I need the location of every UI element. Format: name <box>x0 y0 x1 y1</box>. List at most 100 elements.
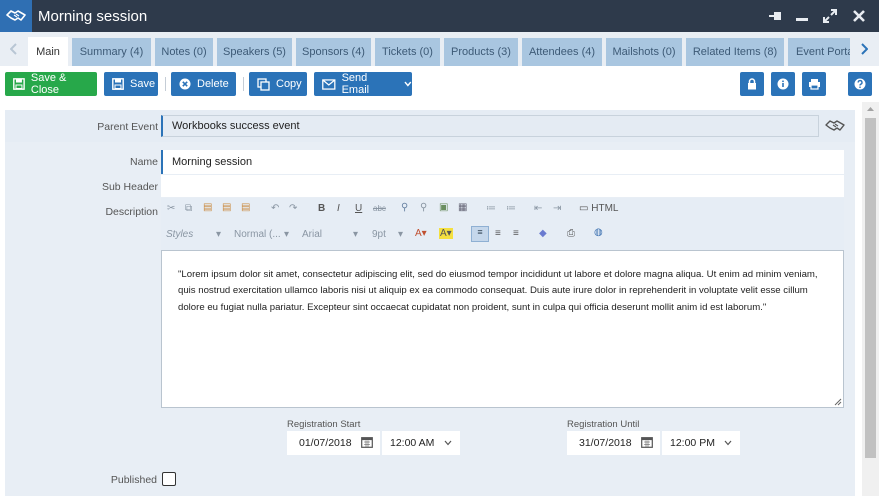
replace-icon[interactable]: ⚲ <box>420 202 427 213</box>
tab-bar: Main Summary (4) Notes (0) Speakers (5) … <box>0 32 879 66</box>
align-left-icon[interactable]: ≡ <box>471 226 489 242</box>
strikethrough-icon[interactable]: abc <box>373 204 386 213</box>
styles-select[interactable]: Styles ▾ <box>166 229 226 240</box>
save-button[interactable]: Save <box>104 72 158 96</box>
font-select[interactable]: Arial ▾ <box>302 229 364 240</box>
registration-start-label: Registration Start <box>287 419 361 430</box>
spellcheck-icon[interactable]: ◍ <box>594 227 603 238</box>
bold-icon[interactable]: B <box>318 203 325 214</box>
paste-text-icon[interactable]: ▤ <box>222 202 231 213</box>
table-icon[interactable]: ▦ <box>458 202 467 213</box>
sub-header-label: Sub Header <box>101 181 158 193</box>
copy-icon <box>257 77 270 91</box>
envelope-icon <box>322 78 336 90</box>
tab-mailshots[interactable]: Mailshots (0) <box>606 38 682 66</box>
source-icon: ▭ <box>579 203 592 214</box>
sub-header-field[interactable] <box>161 175 844 197</box>
copy-button[interactable]: Copy <box>249 72 307 96</box>
lock-icon <box>748 78 756 90</box>
save-close-button[interactable]: Save & Close <box>5 72 97 96</box>
italic-icon[interactable]: I <box>337 203 340 214</box>
calendar-icon[interactable] <box>641 436 653 448</box>
font-size-select[interactable]: 9pt ▾ <box>372 229 408 240</box>
outdent-icon[interactable]: ⇤ <box>534 203 542 214</box>
tab-related-items[interactable]: Related Items (8) <box>686 38 784 66</box>
indent-icon[interactable]: ⇥ <box>553 203 561 214</box>
handshake-icon <box>0 0 32 32</box>
send-email-button[interactable]: Send Email <box>314 72 412 96</box>
tab-speakers[interactable]: Speakers (5) <box>217 38 292 66</box>
resize-handle-icon[interactable] <box>832 396 842 406</box>
scroll-up-icon[interactable] <box>866 104 875 112</box>
toolbar-divider <box>165 77 166 91</box>
tab-scroll-right-icon[interactable] <box>857 40 871 58</box>
close-icon[interactable] <box>850 7 868 25</box>
handshake-icon[interactable] <box>825 119 845 133</box>
chevron-down-icon <box>444 440 452 446</box>
toolbar-divider <box>243 77 244 91</box>
description-text: "Lorem ipsum dolor sit amet, consectetur… <box>178 269 818 313</box>
registration-start-date[interactable]: 01/07/2018 <box>287 431 380 455</box>
help-button[interactable] <box>848 72 872 96</box>
calendar-icon[interactable] <box>361 436 373 448</box>
format-select[interactable]: Normal (... ▾ <box>234 229 296 240</box>
name-field[interactable]: Morning session <box>161 150 844 174</box>
bullet-list-icon[interactable]: ≔ <box>506 203 516 214</box>
description-editor[interactable]: "Lorem ipsum dolor sit amet, consectetur… <box>161 250 844 408</box>
action-toolbar: Save & Close Save Delete Copy Send Email <box>0 66 879 102</box>
tab-notes[interactable]: Notes (0) <box>155 38 213 66</box>
maximize-icon[interactable] <box>821 7 839 25</box>
description-label: Description <box>105 206 158 218</box>
highlight-color-icon[interactable]: A▾ <box>439 228 453 239</box>
help-icon <box>854 78 866 90</box>
tab-event-portal[interactable]: Event Porta <box>788 38 850 66</box>
lock-button[interactable] <box>740 72 764 96</box>
registration-until-time[interactable]: 12:00 PM <box>662 431 740 455</box>
minimize-icon[interactable] <box>793 7 811 25</box>
align-right-icon[interactable]: ≡ <box>513 228 519 239</box>
delete-button[interactable]: Delete <box>171 72 236 96</box>
print-icon[interactable]: ⎙ <box>567 228 575 239</box>
editor-toolbar: ✂ ⧉ ▤ ▤ ▤ ↶ ↷ B I U abc ⚲ ⚲ ▣ ▦ ≔ ≔ ⇤ ⇥ … <box>161 198 844 250</box>
registration-start-time[interactable]: 12:00 AM <box>382 431 460 455</box>
find-icon[interactable]: ⚲ <box>401 202 408 213</box>
printer-icon <box>808 79 820 90</box>
chevron-down-icon <box>404 81 412 87</box>
underline-icon[interactable]: U <box>355 203 362 214</box>
info-icon <box>777 78 789 90</box>
image-icon[interactable]: ▣ <box>439 202 448 213</box>
numbered-list-icon[interactable]: ≔ <box>486 203 496 214</box>
scrollbar-thumb[interactable] <box>865 118 876 458</box>
published-checkbox[interactable] <box>162 472 176 486</box>
registration-until-date[interactable]: 31/07/2018 <box>567 431 660 455</box>
tab-attendees[interactable]: Attendees (4) <box>522 38 602 66</box>
text-color-icon[interactable]: A▾ <box>415 228 427 239</box>
pin-icon[interactable] <box>766 7 784 25</box>
save-icon <box>13 78 25 90</box>
cut-icon[interactable]: ✂ <box>167 203 175 214</box>
html-source-button[interactable]: ▭ HTML <box>579 203 618 214</box>
published-label: Published <box>110 474 157 486</box>
align-center-icon[interactable]: ≡ <box>495 228 501 239</box>
paste-icon[interactable]: ▤ <box>203 202 212 213</box>
delete-icon <box>179 78 191 90</box>
paste-word-icon[interactable]: ▤ <box>241 202 250 213</box>
title-bar: Morning session <box>0 0 879 32</box>
redo-icon[interactable]: ↷ <box>289 203 297 214</box>
name-label: Name <box>129 156 158 168</box>
registration-until-label: Registration Until <box>567 419 640 430</box>
print-button[interactable] <box>802 72 826 96</box>
tab-scroll-left-icon[interactable] <box>7 40 21 58</box>
tab-main[interactable]: Main <box>28 37 68 66</box>
eraser-icon[interactable]: ◆ <box>539 228 547 239</box>
tab-products[interactable]: Products (3) <box>444 38 518 66</box>
tab-tickets[interactable]: Tickets (0) <box>375 38 440 66</box>
parent-event-label: Parent Event <box>97 121 158 133</box>
info-button[interactable] <box>771 72 795 96</box>
undo-icon[interactable]: ↶ <box>271 203 279 214</box>
tab-summary[interactable]: Summary (4) <box>72 38 151 66</box>
copy-icon[interactable]: ⧉ <box>185 203 192 214</box>
save-icon <box>112 78 124 90</box>
tab-sponsors[interactable]: Sponsors (4) <box>296 38 371 66</box>
parent-event-field[interactable]: Workbooks success event <box>161 115 819 137</box>
